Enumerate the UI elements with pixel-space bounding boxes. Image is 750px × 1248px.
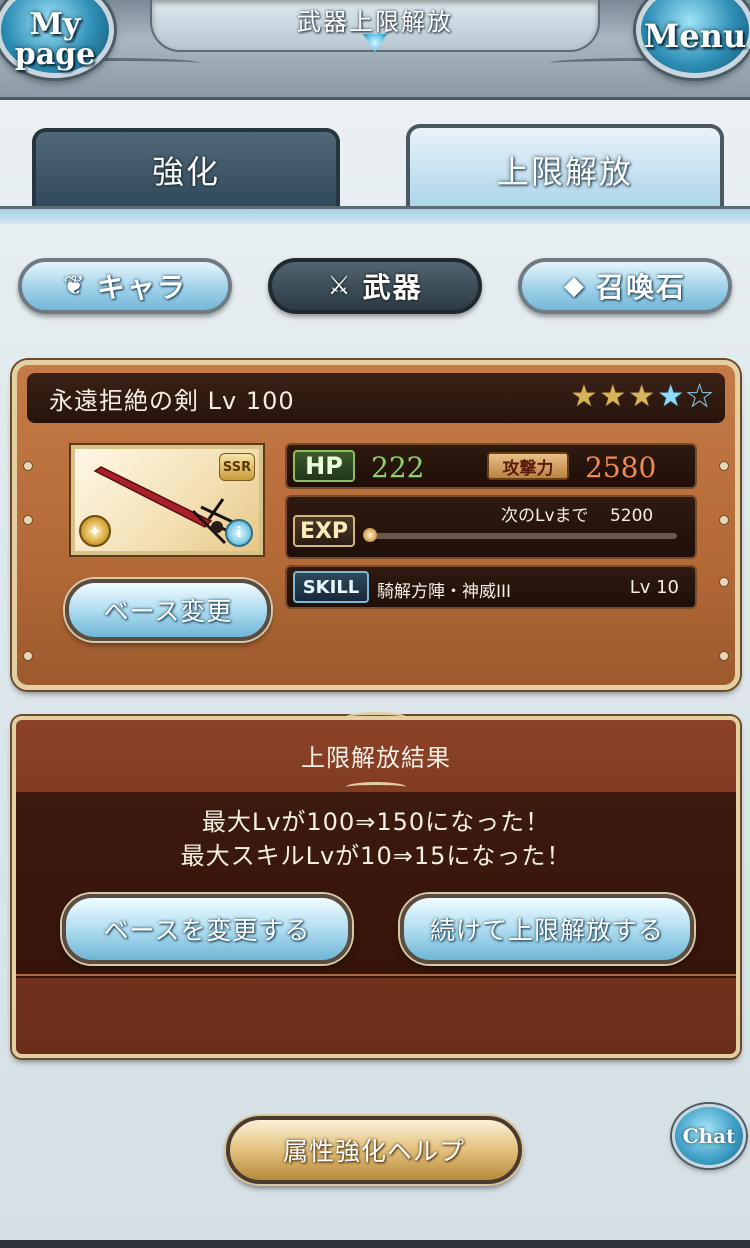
star-icon: ★ [599, 379, 627, 414]
panel-bolt [719, 461, 729, 471]
panel-bolt [23, 651, 33, 661]
panel-bolt [719, 651, 729, 661]
weapon-name: 永遠拒絶の剣 Lv 100 [49, 386, 295, 415]
panel-bolt [719, 577, 729, 587]
continue-limit-break-button[interactable]: 続けて上限解放する [400, 894, 694, 964]
tab-limit-break[interactable]: 上限解放 [406, 124, 724, 212]
skill-row: SKILL 騎解方陣・神威III Lv 10 [285, 565, 697, 609]
ssr-badge: SSR [219, 453, 255, 481]
result-max-level-text: 最大Lvが100⇒150になった！ [201, 808, 551, 836]
panel-bolt [23, 461, 33, 471]
skill-tag: SKILL [293, 571, 369, 603]
category-summon-button[interactable]: ◆ 召喚石 [518, 258, 732, 314]
exp-knob-icon [363, 528, 377, 542]
exp-row: EXP 次のLvまで 5200 [285, 495, 697, 559]
category-weapon-label: 武器 [362, 271, 423, 304]
rarity-stars: ★ ★ ★ ★ ★ [570, 379, 714, 414]
exp-next-value: 5200 [609, 506, 654, 526]
limit-break-result-panel: 上限解放結果 最大Lvが100⇒150になった！ 最大スキルLvが10⇒15にな… [12, 712, 740, 1058]
tab-strengthen[interactable]: 強化 [32, 128, 340, 208]
star-icon: ★ [570, 379, 598, 414]
weapon-panel: 永遠拒絶の剣 Lv 100 ★ ★ ★ ★ ★ SSR ✦ i HP 222 攻… [12, 360, 740, 690]
panel-bolt [23, 515, 33, 525]
skill-slot-icon: i [225, 519, 253, 547]
star-empty-icon: ★ [686, 379, 714, 414]
star-icon: ★ [657, 379, 685, 414]
page-title: 武器上限解放 [297, 7, 453, 36]
mypage-label: My page [14, 7, 96, 72]
change-base-button[interactable]: ベースを変更する [62, 894, 352, 964]
skill-name: 騎解方陣・神威III [377, 582, 512, 602]
panel-bolt [719, 515, 729, 525]
panel-ornament [346, 712, 406, 722]
wings-icon: ❦ [63, 271, 87, 301]
hp-attack-row: HP 222 攻撃力 2580 [285, 443, 697, 489]
element-help-button[interactable]: 属性強化ヘルプ [226, 1116, 522, 1184]
exp-tag: EXP [293, 515, 355, 547]
category-summon-label: 召喚石 [595, 271, 686, 304]
weapon-title-bar: 永遠拒絶の剣 Lv 100 ★ ★ ★ ★ ★ [27, 373, 725, 423]
exp-next-level: 次のLvまで 5200 [501, 501, 653, 526]
exp-progress-bar [363, 528, 677, 542]
weapon-image[interactable]: SSR ✦ i [71, 445, 263, 555]
hp-value: 222 [371, 451, 425, 484]
category-chara-label: キャラ [96, 271, 187, 304]
attack-value: 2580 [585, 451, 657, 484]
hp-tag: HP [293, 450, 355, 482]
footer-bar [0, 1240, 750, 1248]
category-chara-button[interactable]: ❦ キャラ [18, 258, 232, 314]
result-divider [16, 974, 736, 976]
element-light-icon: ✦ [79, 515, 111, 547]
tab-bar [0, 206, 750, 224]
base-change-button[interactable]: ベース変更 [65, 579, 271, 641]
mypage-button[interactable]: My page [0, 0, 114, 78]
result-max-skill-text: 最大スキルLvが10⇒15になった！ [180, 842, 572, 870]
exp-next-label: 次のLvまで [501, 506, 589, 526]
attack-tag: 攻撃力 [487, 452, 569, 480]
skill-level: Lv 10 [629, 577, 679, 598]
chat-button[interactable]: Chat [672, 1104, 746, 1168]
result-title: 上限解放結果 [301, 744, 451, 772]
top-header: 武器上限解放 My page Menu [0, 0, 750, 100]
crossed-swords-icon: ⚔ [327, 271, 353, 301]
menu-label: Menu [643, 17, 747, 55]
title-ornament [346, 782, 406, 792]
star-icon: ★ [628, 379, 656, 414]
crystal-icon: ◆ [563, 271, 586, 301]
category-weapon-button[interactable]: ⚔ 武器 [268, 258, 482, 314]
